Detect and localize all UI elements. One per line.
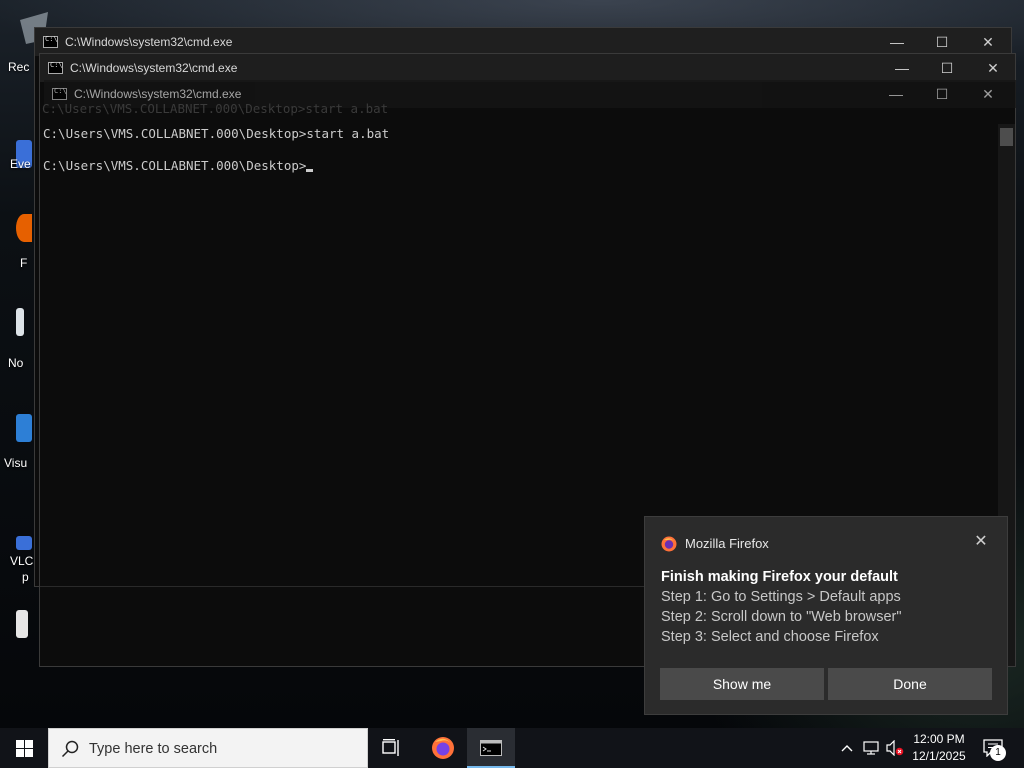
console-prompt: C:\Users\VMS.COLLABNET.000\Desktop>: [43, 158, 307, 173]
search-icon: [61, 740, 79, 758]
desktop-icon-label: Eve: [10, 157, 31, 171]
maximize-button[interactable]: ☐: [919, 80, 965, 108]
firefox-icon: [432, 737, 454, 759]
clock-date: 12/1/2025: [912, 749, 966, 763]
maximize-button[interactable]: ☐: [919, 28, 965, 56]
toast-app-name: Mozilla Firefox: [685, 536, 769, 551]
window-title: C:\Windows\system32\cmd.exe: [74, 87, 242, 101]
desktop-icon-label: p: [22, 570, 29, 584]
title-bar[interactable]: C:\Windows\system32\cmd.exe — ☐ ✕: [35, 28, 1011, 56]
notepad-icon: [16, 308, 24, 336]
show-me-button[interactable]: Show me: [660, 668, 824, 700]
console-prompt-line: C:\Users\VMS.COLLABNET.000\Desktop>: [43, 158, 314, 173]
chevron-up-icon: [841, 745, 853, 752]
show-hidden-icons-button[interactable]: [836, 728, 858, 768]
taskbar-search-box[interactable]: Type here to search: [48, 728, 368, 768]
desktop-icon-label: F: [20, 256, 28, 270]
done-button[interactable]: Done: [828, 668, 992, 700]
desktop-icon-label: No: [8, 356, 24, 370]
toast-heading: Finish making Firefox your default: [661, 569, 898, 585]
cmd-icon: [48, 61, 63, 74]
network-icon: [863, 741, 879, 755]
taskbar-firefox-button[interactable]: [419, 728, 467, 768]
console-output[interactable]: C:\Users\VMS.COLLABNET.000\Desktop>start…: [40, 126, 990, 186]
cmd-icon: [52, 87, 67, 100]
file-icon: [16, 610, 28, 638]
task-view-button[interactable]: [368, 728, 416, 768]
minimize-button[interactable]: —: [874, 28, 920, 56]
volume-muted-icon: [886, 740, 904, 756]
cmd-icon: [480, 740, 502, 756]
shortcut-icon: [16, 536, 32, 550]
start-button[interactable]: [0, 728, 48, 768]
close-button[interactable]: ✕: [965, 80, 1011, 108]
task-view-icon: [382, 739, 399, 756]
cmd-icon: [43, 35, 58, 48]
windows-logo-icon: [15, 739, 33, 757]
network-button[interactable]: [860, 728, 882, 768]
notification-count-badge: 1: [990, 745, 1006, 761]
minimize-button[interactable]: —: [879, 54, 925, 82]
window-title: C:\Windows\system32\cmd.exe: [70, 61, 238, 75]
close-button[interactable]: ✕: [965, 28, 1011, 56]
toast-step: Step 2: Scroll down to "Web browser": [661, 609, 902, 625]
vscode-icon: [16, 414, 32, 442]
title-bar[interactable]: C:\Windows\system32\cmd.exe — ☐ ✕: [40, 54, 1015, 82]
volume-button[interactable]: [884, 728, 906, 768]
console-line: C:\Users\VMS.COLLABNET.000\Desktop>start…: [43, 126, 390, 141]
window-title: C:\Windows\system32\cmd.exe: [65, 35, 233, 49]
clock-time: 12:00 PM: [913, 732, 965, 746]
desktop-icon-label: Rec: [8, 60, 30, 74]
taskbar-clock[interactable]: 12:00 PM 12/1/2025: [906, 731, 972, 765]
firefox-default-toast[interactable]: Mozilla Firefox ✕ Finish making Firefox …: [644, 516, 1008, 715]
toast-step: Step 1: Go to Settings > Default apps: [661, 589, 901, 605]
taskbar: Type here to search 12:00 PM 12/1/2025 1: [0, 728, 1024, 768]
desktop-icon-file[interactable]: [0, 606, 40, 666]
text-cursor: [306, 169, 314, 172]
minimize-button[interactable]: —: [873, 80, 919, 108]
console-ghost-line: C:\Users\VMS.COLLABNET.000\Desktop>start…: [42, 101, 389, 116]
close-button[interactable]: ✕: [970, 54, 1016, 82]
search-placeholder: Type here to search: [89, 741, 218, 757]
desktop-icon-label: Visu: [4, 456, 28, 470]
toast-step: Step 3: Select and choose Firefox: [661, 629, 879, 645]
close-icon[interactable]: ✕: [971, 532, 991, 552]
maximize-button[interactable]: ☐: [924, 54, 970, 82]
desktop-icon-label: VLC: [10, 554, 34, 568]
firefox-icon: [661, 536, 677, 552]
firefox-icon: [16, 214, 32, 242]
taskbar-cmd-button[interactable]: [467, 728, 515, 768]
